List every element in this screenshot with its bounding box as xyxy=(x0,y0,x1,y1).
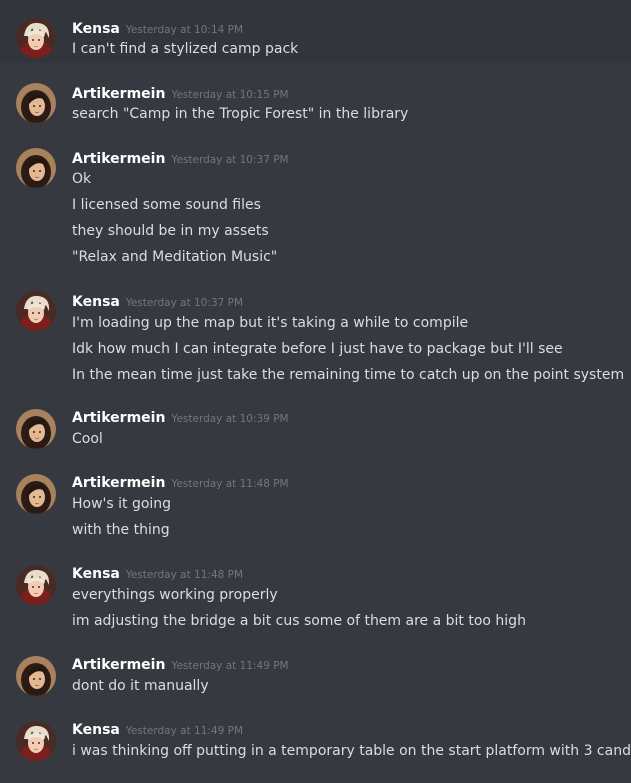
message-header: Kensa Yesterday at 11:49 PM xyxy=(72,719,243,741)
message-group[interactable]: Artikermein Yesterday at 11:49 PM dont do… xyxy=(0,644,631,709)
message-text: I can't find a stylized camp pack xyxy=(72,41,299,57)
username[interactable]: Kensa xyxy=(72,722,120,738)
artikermein-avatar[interactable] xyxy=(16,474,56,514)
message-text: I licensed some sound files xyxy=(72,197,261,213)
message-group[interactable]: Artikermein Yesterday at 10:39 PM Cool xyxy=(0,397,631,462)
kensa-avatar[interactable] xyxy=(16,721,56,761)
artikermein-avatar[interactable] xyxy=(16,409,56,449)
artikermein-avatar[interactable] xyxy=(16,148,56,188)
message-header: Artikermein Yesterday at 11:48 PM xyxy=(72,472,289,494)
username[interactable]: Kensa xyxy=(72,294,120,310)
username[interactable]: Kensa xyxy=(72,21,120,37)
message-text: How's it going xyxy=(72,496,172,512)
timestamp[interactable]: Yesterday at 11:49 PM xyxy=(171,660,288,672)
message-text: everythings working properly xyxy=(72,587,278,603)
username[interactable]: Artikermein xyxy=(72,410,165,426)
message-header: Artikermein Yesterday at 10:39 PM xyxy=(72,407,289,429)
message-text: dont do it manually xyxy=(72,678,209,694)
message-group[interactable]: Kensa Yesterday at 11:48 PM everythings w… xyxy=(0,553,631,644)
message-group[interactable]: Artikermein Yesterday at 10:37 PM Ok I li… xyxy=(0,128,631,271)
username[interactable]: Artikermein xyxy=(72,86,165,102)
message-header: Kensa Yesterday at 10:37 PM xyxy=(72,291,243,313)
timestamp[interactable]: Yesterday at 10:37 PM xyxy=(126,297,243,309)
kensa-avatar[interactable] xyxy=(16,565,56,605)
message-text: Ok xyxy=(72,171,92,187)
message-text: Cool xyxy=(72,431,103,447)
message-text: im adjusting the bridge a bit cus some o… xyxy=(72,613,526,629)
message-header: Artikermein Yesterday at 10:37 PM xyxy=(72,148,289,170)
timestamp[interactable]: Yesterday at 11:49 PM xyxy=(126,725,243,737)
message-group[interactable]: Kensa Yesterday at 10:14 PM I can't find … xyxy=(0,0,631,63)
timestamp[interactable]: Yesterday at 10:14 PM xyxy=(126,24,243,36)
message-header: Artikermein Yesterday at 11:49 PM xyxy=(72,654,289,676)
artikermein-avatar[interactable] xyxy=(16,83,56,123)
timestamp[interactable]: Yesterday at 10:37 PM xyxy=(171,154,288,166)
kensa-avatar[interactable] xyxy=(16,18,56,58)
artikermein-avatar[interactable] xyxy=(16,656,56,696)
message-group[interactable]: Kensa Yesterday at 10:37 PM I'm loading u… xyxy=(0,271,631,397)
kensa-avatar[interactable] xyxy=(16,291,56,331)
timestamp[interactable]: Yesterday at 10:15 PM xyxy=(171,89,288,101)
message-group[interactable]: Artikermein Yesterday at 10:15 PM search … xyxy=(0,63,631,128)
message-text: I'm loading up the map but it's taking a… xyxy=(72,315,469,331)
username[interactable]: Artikermein xyxy=(72,475,165,491)
message-text: "Relax and Meditation Music" xyxy=(72,249,278,265)
username[interactable]: Artikermein xyxy=(72,657,165,673)
message-group[interactable]: Kensa Yesterday at 11:49 PM i was thinkin… xyxy=(0,709,631,783)
message-text: with the thing xyxy=(72,522,170,538)
message-header: Kensa Yesterday at 11:48 PM xyxy=(72,563,243,585)
message-group[interactable]: Artikermein Yesterday at 11:48 PM How's i… xyxy=(0,462,631,553)
message-header: Kensa Yesterday at 10:14 PM xyxy=(72,18,243,40)
message-text: they should be in my assets xyxy=(72,223,269,239)
chat-messages-area[interactable]: Kensa Yesterday at 10:14 PM I can't find … xyxy=(0,0,631,783)
username[interactable]: Kensa xyxy=(72,566,120,582)
message-text: In the mean time just take the remaining… xyxy=(72,367,625,383)
message-text: search "Camp in the Tropic Forest" in th… xyxy=(72,106,409,122)
timestamp[interactable]: Yesterday at 11:48 PM xyxy=(126,569,243,581)
message-header: Artikermein Yesterday at 10:15 PM xyxy=(72,83,289,105)
message-text: Idk how much I can integrate before I ju… xyxy=(72,341,563,357)
message-text: i was thinking off putting in a temporar… xyxy=(72,743,631,759)
timestamp[interactable]: Yesterday at 11:48 PM xyxy=(171,478,288,490)
username[interactable]: Artikermein xyxy=(72,151,165,167)
timestamp[interactable]: Yesterday at 10:39 PM xyxy=(171,413,288,425)
